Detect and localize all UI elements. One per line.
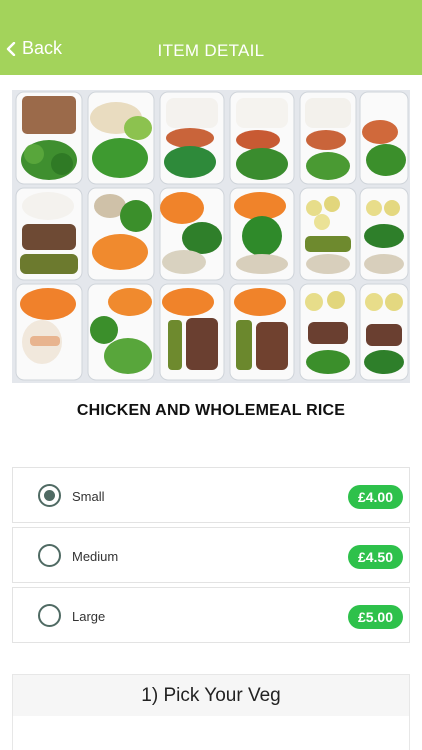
radio-button[interactable] [38, 544, 61, 567]
size-label: Medium [72, 549, 119, 564]
radio-button-checked[interactable] [38, 484, 61, 507]
price-badge: £5.00 [347, 605, 403, 629]
radio-dot [44, 490, 55, 501]
app-header: Back ITEM DETAIL [0, 0, 422, 75]
size-label: Small [72, 489, 105, 504]
size-option-small[interactable]: Small £4.00 [12, 467, 410, 523]
radio-button[interactable] [38, 604, 61, 627]
pick-veg-section: 1) Pick Your Veg [12, 674, 410, 750]
price-badge: £4.00 [347, 485, 403, 509]
item-name: CHICKEN AND WHOLEMEAL RICE [76, 402, 346, 419]
page-title: ITEM DETAIL [157, 41, 265, 60]
size-option-medium[interactable]: Medium £4.50 [12, 527, 410, 583]
size-label: Large [72, 609, 106, 624]
section-title: 1) Pick Your Veg [13, 675, 409, 716]
price-badge: £4.50 [347, 545, 403, 569]
item-photo [12, 90, 410, 383]
size-option-large[interactable]: Large £5.00 [12, 587, 410, 643]
